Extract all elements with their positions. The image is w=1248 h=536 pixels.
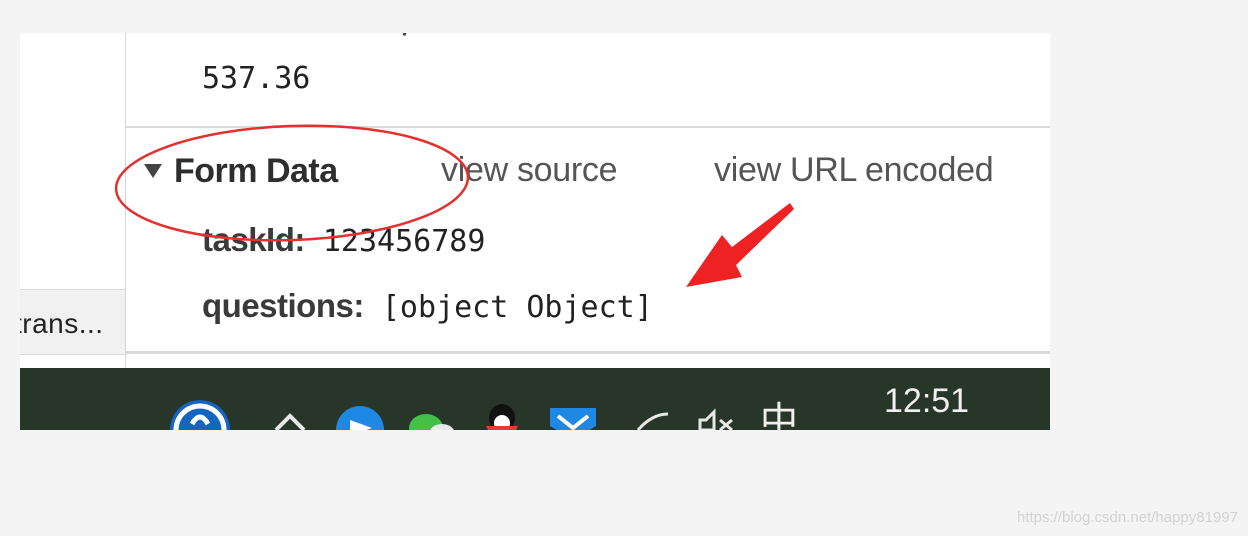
volume-muted-icon[interactable]: [698, 408, 733, 430]
section-divider: [126, 126, 1050, 128]
field-key: questions:: [202, 287, 364, 324]
watermark: https://blog.csdn.net/happy81997: [1016, 509, 1238, 526]
qq-icon[interactable]: [486, 404, 518, 430]
request-list-item[interactable]: trans...: [20, 289, 125, 355]
left-panel: trans...: [20, 33, 126, 368]
wechat-icon[interactable]: [409, 414, 455, 430]
screenshot-region: trans... 537.36 Form Data view source vi…: [20, 33, 1050, 430]
chevron-up-icon[interactable]: [274, 413, 306, 430]
wifi-icon[interactable]: [636, 412, 669, 430]
form-data-header[interactable]: Form Data: [144, 151, 338, 191]
field-key: taskId:: [202, 221, 305, 258]
taskbar: 中 12:51: [20, 368, 1050, 430]
form-field-taskid: taskId: 123456789: [202, 221, 485, 259]
send-icon[interactable]: [336, 406, 384, 430]
collapse-triangle-icon[interactable]: [144, 164, 162, 178]
form-field-questions: questions: [object Object]: [202, 287, 653, 325]
field-value: [object Object]: [381, 290, 653, 325]
view-source-link[interactable]: view source: [441, 151, 618, 190]
preceding-value: 537.36: [202, 61, 311, 96]
view-url-encoded-link[interactable]: view URL encoded: [714, 151, 994, 190]
scroll-remnant: [398, 33, 409, 36]
shield-icon[interactable]: [550, 408, 596, 430]
help-icon[interactable]: [170, 400, 230, 430]
system-tray: [170, 400, 733, 430]
ime-icon[interactable]: 中: [760, 402, 798, 430]
section-divider: [126, 351, 1050, 354]
pointer-arrow: [686, 203, 794, 287]
taskbar-clock[interactable]: 12:51: [884, 382, 969, 421]
request-list-item-label: trans...: [20, 308, 104, 339]
form-data-title: Form Data: [174, 151, 338, 190]
field-value: 123456789: [322, 224, 486, 259]
